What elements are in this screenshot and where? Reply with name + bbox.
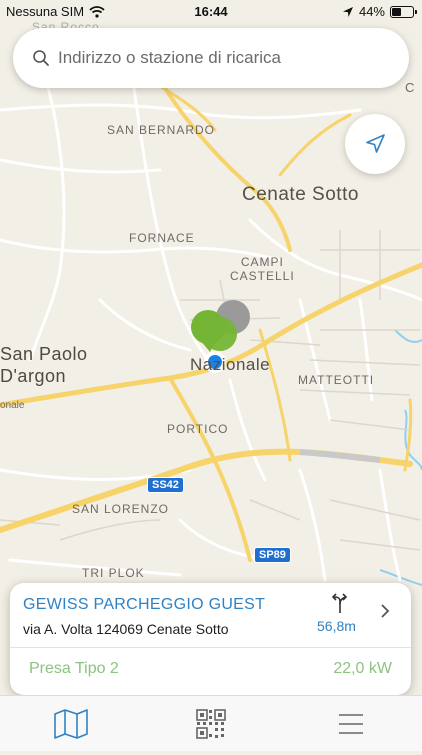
map-label-onale: onale [0,400,25,411]
chevron-right-icon[interactable] [380,603,390,619]
tab-map[interactable] [51,706,91,742]
search-input[interactable] [56,47,390,69]
map-label-campi-castelli: CAMPI CASTELLI [230,255,295,283]
tab-qr-scan[interactable] [191,706,231,742]
card-divider [10,647,411,648]
map-label-nazionale: Nazionale [190,355,271,374]
station-card[interactable]: GEWISS PARCHEGGIO GUEST via A. Volta 124… [10,583,411,695]
navigation-arrow-icon [366,134,385,153]
battery-percentage: 44% [358,4,385,19]
map-label-fornace: FORNACE [129,231,195,245]
road-shield-sp89: SP89 [254,547,291,563]
locate-me-button[interactable] [345,114,405,174]
map-label-san-paolo: San Paolo D'argon [0,344,88,386]
menu-icon [339,714,363,734]
directions-icon[interactable] [331,592,349,614]
search-bar[interactable] [13,28,409,88]
map-label-tri-plok: TRI PLOK [82,566,145,580]
status-bar: Nessuna SIM 16:44 44% [0,0,422,22]
map-label-san-bernardo: SAN BERNARDO [107,123,216,137]
tab-bar [0,695,422,751]
location-arrow-icon [342,6,353,17]
map-label-matteotti: MATTEOTTI [298,373,375,387]
qr-code-icon [196,709,226,739]
search-icon [33,50,49,66]
station-name[interactable]: GEWISS PARCHEGGIO GUEST [23,596,265,614]
map-label-san-lorenzo: SAN LORENZO [72,502,170,516]
plug-type: Presa Tipo 2 [29,660,119,677]
station-pin-available[interactable] [191,310,225,344]
map-label-portico: PORTICO [167,422,229,436]
battery-icon [390,5,417,18]
map-label-right-edge: C [405,80,416,95]
plug-power: 22,0 kW [333,660,392,677]
tab-menu[interactable] [331,706,371,742]
station-address: via A. Volta 124069 Cenate Sotto [23,621,229,637]
station-distance: 56,8m [317,618,356,634]
map-label-cenate-sotto: Cenate Sotto [242,184,359,205]
map-icon [54,709,88,739]
road-shield-ss42: SS42 [147,477,184,493]
